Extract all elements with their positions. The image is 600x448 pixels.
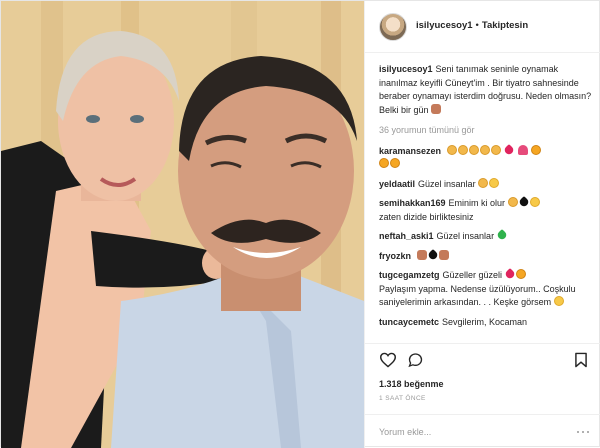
clapping-hands-icon: [446, 144, 457, 155]
comment-username[interactable]: yeldaatil: [379, 179, 415, 189]
comment-input[interactable]: [379, 424, 569, 440]
clapping-hands-icon: [457, 144, 468, 155]
action-bar: [365, 343, 600, 375]
comment-text-continued: Paylaşım yapma. Nedense üzülüyorum.. Coş…: [379, 283, 576, 308]
view-all-comments-link[interactable]: 36 yorumun tümünü gör: [379, 124, 594, 138]
follow-status[interactable]: Takiptesin: [482, 20, 528, 31]
comment-item: neftah_aski1 Güzel insanlar: [379, 228, 594, 244]
comment-text: Güzel insanlar: [436, 231, 495, 241]
clapping-hands-icon: [479, 144, 490, 155]
clapping-hands-icon: [468, 144, 479, 155]
comment-username[interactable]: tugcegamzetg: [379, 270, 440, 280]
comment-item: fryozkn: [379, 248, 594, 264]
clapping-hands-icon: [478, 177, 489, 188]
clapping-hands-icon: [490, 144, 501, 155]
comment-item: semihakkan169 Eminim ki olur zaten dizide…: [379, 195, 594, 224]
post-sidebar: isilyucesoy1 • Takiptesin isilyucesoy1 Seni…: [364, 1, 600, 448]
heart-eyes-icon: [515, 269, 526, 279]
smile-icon: [529, 197, 540, 207]
separator-dot: •: [475, 20, 479, 31]
comment-item: tugcegamzetg Güzeller güzeli Paylaşım yap…: [379, 267, 594, 310]
smile-icon: [489, 177, 500, 188]
comment-username[interactable]: tuncaycemetc: [379, 317, 439, 327]
black-heart-icon: [517, 195, 530, 209]
people-emoji-icon: [431, 103, 442, 114]
comment-item: tuncaycemetc Sevgilerim, Kocaman: [379, 316, 594, 330]
comment-text: Sevgilerim, Kocaman: [442, 316, 528, 327]
post-timestamp[interactable]: 1 SAAT ÖNCE: [379, 395, 426, 402]
comment-item: yeldaatil Güzel insanlar: [379, 177, 594, 192]
add-comment-bar: [365, 414, 600, 448]
heart-outline-icon[interactable]: [379, 352, 397, 368]
post-photo[interactable]: [1, 1, 364, 448]
avatar[interactable]: [379, 13, 407, 41]
comment-text: Güzeller güzeli: [442, 270, 503, 280]
comment-username[interactable]: neftah_aski1: [379, 231, 434, 241]
header-username[interactable]: isilyucesoy1: [416, 20, 473, 31]
bookmark-icon[interactable]: [574, 352, 588, 368]
heart-eyes-icon: [379, 158, 389, 168]
like-count[interactable]: 1.318 beğenme: [379, 379, 444, 389]
people-emoji-icon: [438, 249, 449, 260]
tulip-icon: [517, 144, 528, 155]
post-header: isilyucesoy1 • Takiptesin: [365, 1, 600, 53]
comment-item: karamansezen: [379, 143, 594, 172]
heart-eyes-icon: [531, 144, 542, 155]
comment-username[interactable]: semihakkan169: [379, 198, 446, 208]
black-heart-icon: [426, 248, 439, 261]
smile-icon: [553, 296, 564, 306]
selfie-illustration: [1, 1, 364, 448]
comments-list: isilyucesoy1 Seni tanımak seninle oynamak…: [379, 63, 594, 343]
instagram-post: isilyucesoy1 • Takiptesin isilyucesoy1 Seni…: [0, 0, 600, 448]
comment-text: Güzel insanlar: [418, 178, 476, 189]
caption-username[interactable]: isilyucesoy1: [379, 64, 433, 74]
comment-text: Eminim ki olur: [448, 198, 506, 208]
red-heart-icon: [503, 143, 516, 156]
clapping-hands-icon: [507, 197, 518, 207]
caption: isilyucesoy1 Seni tanımak seninle oynamak…: [379, 63, 594, 117]
ellipsis-icon[interactable]: [576, 427, 590, 437]
comment-username[interactable]: fryozkn: [379, 251, 411, 261]
red-heart-icon: [503, 267, 516, 281]
green-heart-icon: [495, 228, 508, 242]
header-line: isilyucesoy1 • Takiptesin: [416, 20, 528, 31]
comment-username[interactable]: karamansezen: [379, 146, 441, 156]
speech-bubble-icon[interactable]: [407, 352, 424, 368]
comment-text-continued: zaten dizide birliktesiniz: [379, 211, 474, 222]
people-emoji-icon: [416, 249, 427, 260]
heart-eyes-icon: [390, 158, 400, 168]
